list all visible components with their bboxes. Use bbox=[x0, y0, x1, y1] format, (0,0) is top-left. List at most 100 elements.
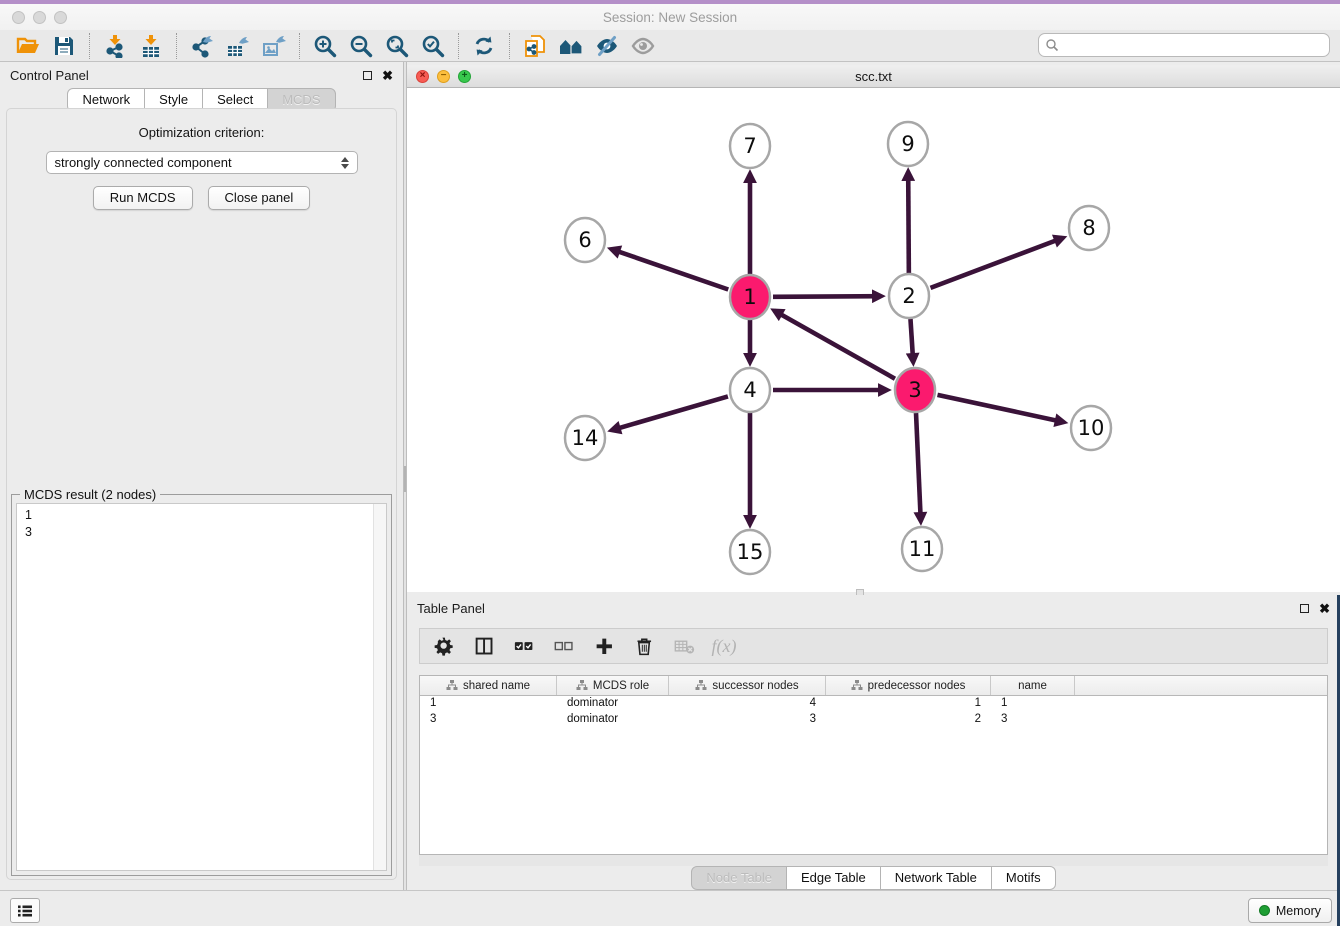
table-cell[interactable]: 2 bbox=[826, 712, 991, 728]
column-header-name[interactable]: name bbox=[991, 676, 1075, 695]
sort-hierarchy-icon bbox=[446, 680, 458, 691]
tab-edge-table[interactable]: Edge Table bbox=[786, 866, 881, 890]
close-table-panel-icon[interactable]: ✖ bbox=[1319, 602, 1330, 615]
delete-row-button[interactable] bbox=[632, 634, 656, 658]
table-cell[interactable]: 1 bbox=[826, 696, 991, 712]
select-all-button[interactable] bbox=[512, 634, 536, 658]
graph-edge-2-9[interactable] bbox=[908, 172, 909, 273]
graph-node-4[interactable]: 4 bbox=[730, 368, 770, 412]
search-box[interactable] bbox=[1038, 33, 1330, 57]
add-row-button[interactable] bbox=[592, 634, 616, 658]
run-mcds-button[interactable]: Run MCDS bbox=[93, 186, 193, 210]
column-header-shared-name[interactable]: shared name bbox=[420, 676, 557, 695]
zoom-in-button[interactable] bbox=[307, 32, 343, 60]
app-titlebar: Session: New Session bbox=[0, 4, 1340, 30]
table-cell[interactable]: dominator bbox=[557, 712, 669, 728]
tab-motifs[interactable]: Motifs bbox=[991, 866, 1056, 890]
window-title: Session: New Session bbox=[0, 10, 1340, 25]
graph-edge-3-10[interactable] bbox=[937, 395, 1063, 422]
table-toolbar: f(x) bbox=[419, 628, 1328, 664]
svg-text:8: 8 bbox=[1082, 216, 1095, 240]
float-panel-icon[interactable] bbox=[363, 71, 372, 80]
search-icon bbox=[1045, 38, 1059, 52]
network-canvas[interactable]: 1 2 3 4 6 7 8 9 10 11 14 15 bbox=[407, 88, 1338, 591]
column-layout-button[interactable] bbox=[472, 634, 496, 658]
close-panel-button[interactable]: Close panel bbox=[208, 186, 311, 210]
table-cell[interactable]: 1 bbox=[420, 696, 557, 712]
tab-node-table[interactable]: Node Table bbox=[691, 866, 787, 890]
export-image-button[interactable] bbox=[256, 32, 292, 60]
svg-text:4: 4 bbox=[743, 378, 756, 402]
save-session-button[interactable] bbox=[46, 32, 82, 60]
graph-node-6[interactable]: 6 bbox=[565, 218, 605, 262]
clone-network-button[interactable] bbox=[517, 32, 553, 60]
graph-node-10[interactable]: 10 bbox=[1071, 406, 1111, 450]
column-label: MCDS role bbox=[593, 680, 649, 692]
table-panel-header: Table Panel ✖ bbox=[407, 595, 1340, 621]
graph-edge-3-1[interactable] bbox=[774, 311, 895, 379]
add-row-icon bbox=[594, 636, 615, 657]
graph-node-1[interactable]: 1 bbox=[730, 275, 770, 319]
table-cell[interactable]: 4 bbox=[669, 696, 826, 712]
gear-button[interactable] bbox=[432, 634, 456, 658]
graph-node-8[interactable]: 8 bbox=[1069, 206, 1109, 250]
table-cell[interactable]: 3 bbox=[420, 712, 557, 728]
first-neighbors-button[interactable] bbox=[553, 32, 589, 60]
graph-node-2[interactable]: 2 bbox=[889, 274, 929, 318]
graph-edge-3-11[interactable] bbox=[916, 413, 921, 521]
column-header-predecessor-nodes[interactable]: predecessor nodes bbox=[826, 676, 991, 695]
column-header-successor-nodes[interactable]: successor nodes bbox=[669, 676, 826, 695]
import-network-button[interactable] bbox=[97, 32, 133, 60]
graph-edge-2-8[interactable] bbox=[931, 238, 1063, 288]
hide-selected-button[interactable] bbox=[589, 32, 625, 60]
export-table-button[interactable] bbox=[220, 32, 256, 60]
graph-node-9[interactable]: 9 bbox=[888, 122, 928, 166]
graph-edge-1-6[interactable] bbox=[611, 249, 728, 289]
table-cell[interactable]: 3 bbox=[991, 712, 1075, 728]
zoom-out-button[interactable] bbox=[343, 32, 379, 60]
table-cell[interactable]: 3 bbox=[669, 712, 826, 728]
splitter-grip[interactable] bbox=[404, 466, 406, 492]
hide-selected-icon bbox=[595, 34, 619, 58]
table-row[interactable]: 1dominator411 bbox=[420, 696, 1327, 712]
open-folder-button[interactable] bbox=[10, 32, 46, 60]
apply-layout-icon bbox=[472, 34, 496, 58]
search-input[interactable] bbox=[1059, 36, 1329, 54]
mcds-result-box: MCDS result (2 nodes) 13 bbox=[11, 494, 392, 876]
graph-node-15[interactable]: 15 bbox=[730, 530, 770, 574]
list-icon bbox=[16, 902, 34, 920]
apply-layout-button[interactable] bbox=[466, 32, 502, 60]
first-neighbors-icon bbox=[559, 34, 583, 58]
zoom-selected-button[interactable] bbox=[415, 32, 451, 60]
column-header-MCDS-role[interactable]: MCDS role bbox=[557, 676, 669, 695]
result-scrollbar[interactable] bbox=[373, 504, 386, 870]
unselect-all-button[interactable] bbox=[552, 634, 576, 658]
tab-network-table[interactable]: Network Table bbox=[880, 866, 992, 890]
graph-edge-2-3[interactable] bbox=[910, 319, 913, 362]
sort-hierarchy-icon bbox=[851, 680, 863, 691]
import-table-button[interactable] bbox=[133, 32, 169, 60]
toolbar-separator bbox=[509, 33, 510, 59]
memory-button[interactable]: Memory bbox=[1248, 898, 1332, 923]
graph-node-11[interactable]: 11 bbox=[902, 527, 942, 571]
delete-row-icon bbox=[634, 636, 655, 657]
table-row[interactable]: 3dominator323 bbox=[420, 712, 1327, 728]
export-network-button[interactable] bbox=[184, 32, 220, 60]
task-history-button[interactable] bbox=[10, 898, 40, 923]
table-cell[interactable]: dominator bbox=[557, 696, 669, 712]
close-panel-icon[interactable]: ✖ bbox=[382, 69, 393, 82]
toolbar-separator bbox=[458, 33, 459, 59]
graph-node-3[interactable]: 3 bbox=[895, 368, 935, 412]
network-window-titlebar[interactable]: × − + scc.txt bbox=[407, 65, 1340, 88]
optimization-criterion-select[interactable]: strongly connected component bbox=[46, 151, 358, 174]
graph-edge-1-2[interactable] bbox=[773, 296, 881, 297]
graph-node-7[interactable]: 7 bbox=[730, 124, 770, 168]
graph-edge-4-14[interactable] bbox=[612, 396, 728, 430]
mcds-result-text[interactable]: 13 bbox=[16, 503, 387, 871]
graph-node-14[interactable]: 14 bbox=[565, 416, 605, 460]
float-table-panel-icon[interactable] bbox=[1300, 604, 1309, 613]
mcds-result-line: 3 bbox=[25, 524, 386, 541]
zoom-fit-button[interactable] bbox=[379, 32, 415, 60]
table-cell[interactable]: 1 bbox=[991, 696, 1075, 712]
zoom-fit-icon bbox=[385, 34, 409, 58]
